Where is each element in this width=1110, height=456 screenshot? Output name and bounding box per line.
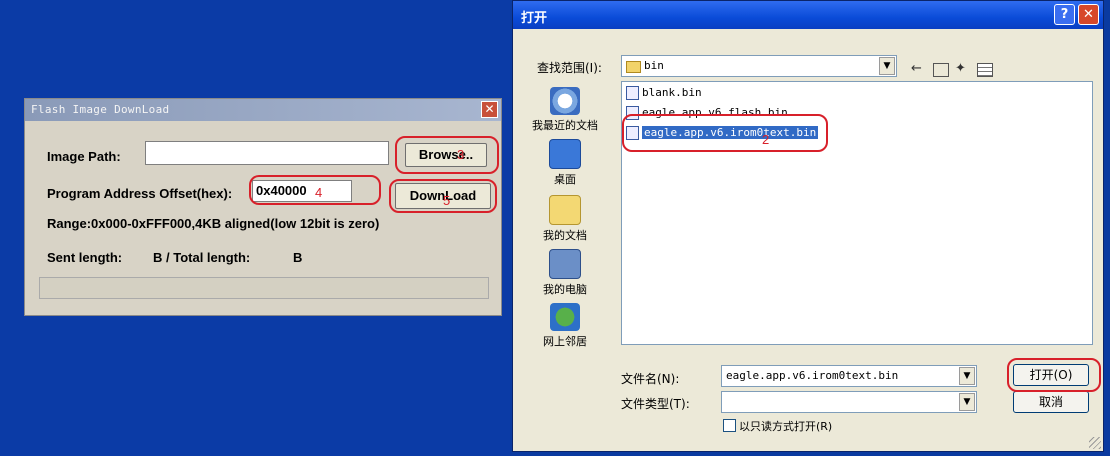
image-path-input[interactable] (145, 141, 389, 165)
desktop-icon (549, 139, 581, 169)
filename-input[interactable]: eagle.app.v6.irom0text.bin ▼ (721, 365, 977, 387)
place-my-documents[interactable]: 我的文档 (525, 195, 605, 243)
cancel-button-label: 取消 (1038, 395, 1063, 409)
file-list[interactable]: blank.bin eagle.app.v6.flash.bin eagle.a… (621, 81, 1093, 345)
network-places-icon (550, 303, 580, 331)
open-close-button[interactable]: ✕ (1078, 4, 1099, 25)
flash-title: Flash Image DownLoad (31, 103, 170, 116)
open-title: 打开 (521, 11, 548, 26)
close-icon: ✕ (484, 102, 495, 116)
help-button[interactable]: ? (1054, 4, 1075, 25)
open-file-dialog: 打开 ? ✕ 查找范围(I): bin ▼ ← ✦ 我最近的文档 桌面 我的文档… (512, 0, 1104, 452)
my-documents-icon (549, 195, 581, 225)
filetype-select[interactable]: ▼ (721, 391, 977, 413)
place-desktop[interactable]: 桌面 (525, 139, 605, 187)
chevron-down-icon[interactable]: ▼ (959, 367, 975, 385)
place-label: 我的电脑 (543, 283, 587, 296)
place-my-computer[interactable]: 我的电脑 (525, 249, 605, 297)
readonly-label: 以只读方式打开(R) (739, 420, 833, 433)
range-text: Range:0x000-0xFFF000,4KB aligned(low 12b… (47, 216, 380, 231)
file-icon (626, 86, 639, 100)
annotation-browse-circle (395, 136, 499, 174)
place-label: 我的文档 (543, 229, 587, 242)
place-label: 桌面 (554, 173, 576, 186)
folder-icon (626, 61, 641, 73)
total-length-label: B / Total length: (153, 250, 251, 265)
offset-label: Program Address Offset(hex): (47, 186, 233, 201)
place-label: 网上邻居 (543, 335, 587, 348)
open-titlebar[interactable]: 打开 ? ✕ (513, 1, 1103, 29)
chevron-down-icon[interactable]: ▼ (959, 393, 975, 411)
look-in-select[interactable]: bin ▼ (621, 55, 897, 77)
file-item[interactable]: blank.bin (626, 86, 702, 102)
annotation-step-download: 5 (443, 193, 451, 208)
image-path-label: Image Path: (47, 149, 121, 164)
look-in-label: 查找范围(I): (537, 61, 602, 75)
up-folder-icon[interactable] (933, 63, 949, 77)
view-menu-icon[interactable] (977, 63, 993, 77)
flash-download-dialog: Flash Image DownLoad ✕ Image Path: Brows… (24, 98, 502, 316)
annotation-step-file: 2 (762, 132, 770, 147)
new-folder-icon[interactable]: ✦ (955, 61, 966, 76)
my-computer-icon (549, 249, 581, 279)
cancel-button[interactable]: 取消 (1013, 391, 1089, 413)
sent-length-label: Sent length: (47, 250, 123, 265)
place-label: 我最近的文档 (532, 119, 598, 132)
filetype-label: 文件类型(T): (621, 397, 690, 411)
flash-close-button[interactable]: ✕ (481, 101, 498, 118)
readonly-checkbox[interactable] (723, 419, 736, 432)
place-network[interactable]: 网上邻居 (525, 303, 605, 349)
total-length-unit: B (293, 250, 303, 265)
annotation-file-circle (622, 114, 828, 152)
annotation-open-circle (1007, 358, 1101, 392)
close-icon: ✕ (1083, 7, 1094, 22)
back-icon[interactable]: ← (911, 61, 922, 76)
annotation-step-browse: 3 (457, 147, 465, 162)
place-recent[interactable]: 我最近的文档 (525, 87, 605, 133)
download-progress-bar (39, 277, 489, 299)
resize-grip[interactable] (1089, 437, 1101, 449)
annotation-step-offset: 4 (315, 185, 323, 200)
help-icon: ? (1060, 7, 1069, 22)
filename-label: 文件名(N): (621, 372, 680, 386)
recent-documents-icon (550, 87, 580, 115)
chevron-down-icon[interactable]: ▼ (879, 57, 895, 75)
flash-titlebar[interactable]: Flash Image DownLoad ✕ (25, 99, 501, 121)
filename-value: eagle.app.v6.irom0text.bin (726, 369, 899, 382)
